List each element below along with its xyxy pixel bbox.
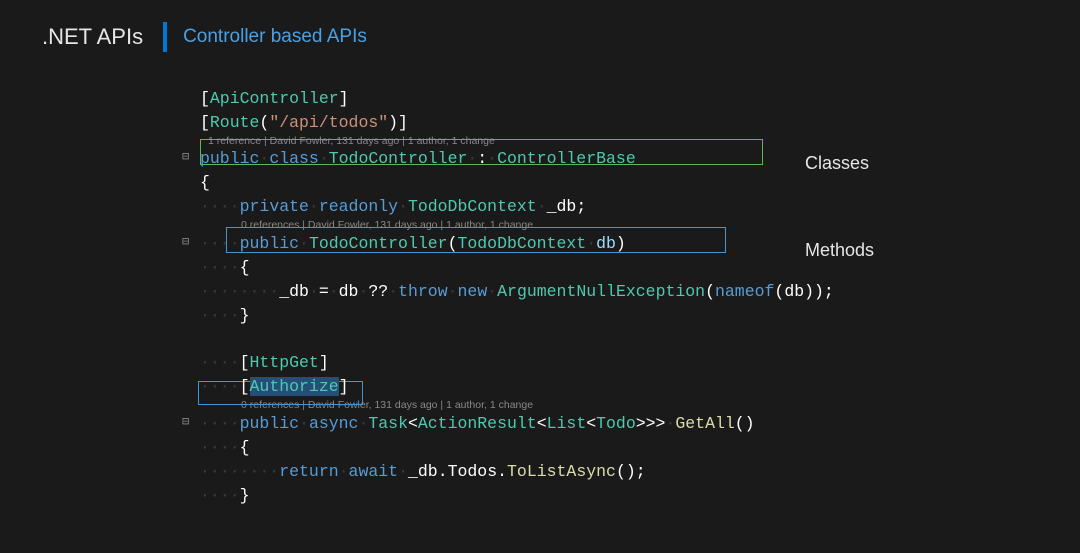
page-header: .NET APIs Controller based APIs bbox=[0, 0, 1080, 52]
title-divider bbox=[163, 22, 167, 52]
page-title: .NET APIs bbox=[42, 24, 143, 50]
collapse-icon[interactable]: ⊟ bbox=[182, 149, 189, 166]
codelens-class[interactable]: 1 reference | David Fowler, 131 days ago… bbox=[200, 135, 1080, 148]
code-line: ····} bbox=[200, 304, 1080, 328]
code-line: ····} bbox=[200, 484, 1080, 508]
code-line-method: ⊟····public·async·Task<ActionResult<List… bbox=[200, 412, 1080, 436]
code-line: [ApiController] bbox=[200, 87, 1080, 111]
codelens-ctor[interactable]: 0 references | David Fowler, 131 days ag… bbox=[200, 219, 1080, 232]
code-line: ····{ bbox=[200, 436, 1080, 460]
collapse-icon[interactable]: ⊟ bbox=[182, 234, 189, 251]
code-line-class-decl: ⊟public·class·TodoController·:·Controlle… bbox=[200, 147, 1080, 171]
code-line-ctor: ⊟····public·TodoController(TodoDbContext… bbox=[200, 232, 1080, 256]
code-line bbox=[200, 327, 1080, 351]
code-line: [Route("/api/todos")] bbox=[200, 111, 1080, 135]
code-line: ····[Authorize] bbox=[200, 375, 1080, 399]
code-editor[interactable]: Classes Methods [ApiController] [Route("… bbox=[0, 52, 1080, 508]
code-line: ········return·await·_db.Todos.ToListAsy… bbox=[200, 460, 1080, 484]
page-subtitle: Controller based APIs bbox=[183, 26, 367, 48]
code-line: ····{ bbox=[200, 256, 1080, 280]
collapse-icon[interactable]: ⊟ bbox=[182, 414, 189, 431]
code-line: ····[HttpGet] bbox=[200, 351, 1080, 375]
code-line: { bbox=[200, 171, 1080, 195]
code-line: ········_db·=·db·??·throw·new·ArgumentNu… bbox=[200, 280, 1080, 304]
code-block: Classes Methods [ApiController] [Route("… bbox=[200, 87, 1080, 508]
code-line: ····private·readonly·TodoDbContext·_db; bbox=[200, 195, 1080, 219]
codelens-method[interactable]: 0 references | David Fowler, 131 days ag… bbox=[200, 399, 1080, 412]
